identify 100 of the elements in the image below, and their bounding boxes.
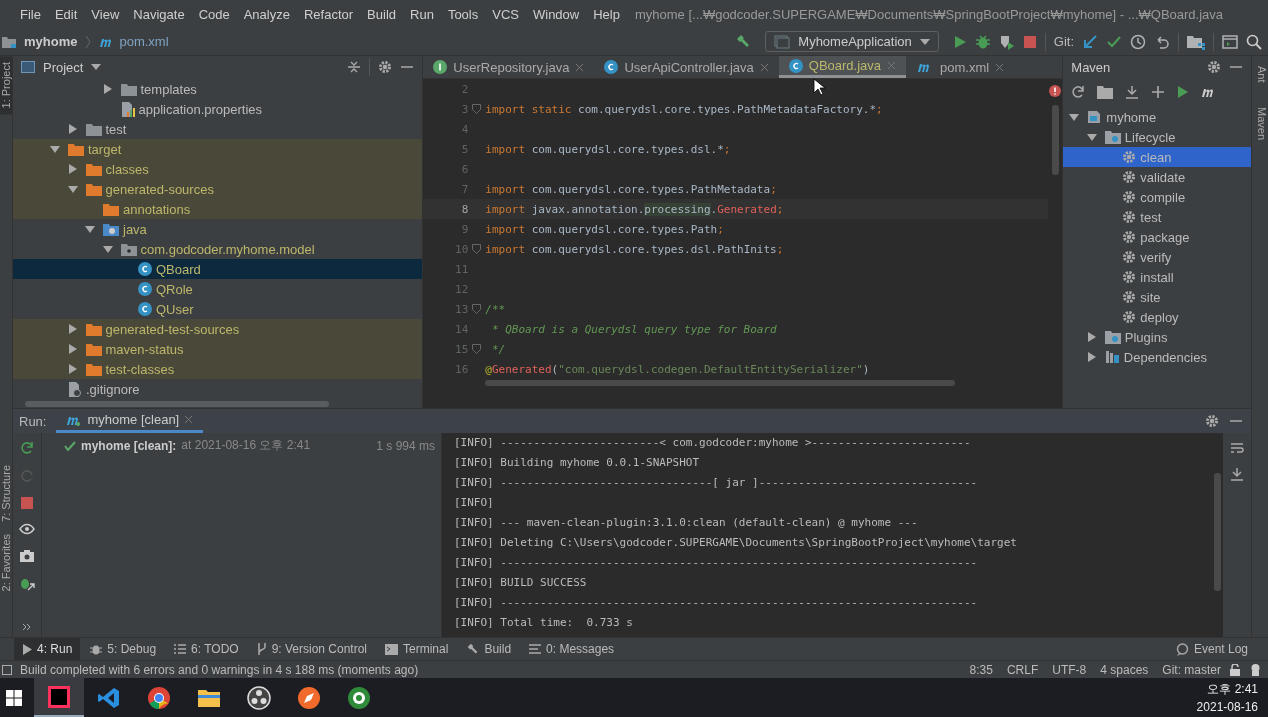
tree-item[interactable]: annotations — [13, 199, 423, 219]
tree-item[interactable]: Dependencies — [1063, 347, 1251, 367]
tree-item[interactable]: com.godcoder.myhome.model — [13, 239, 423, 259]
camera-icon[interactable] — [19, 549, 35, 562]
status-item[interactable]: CRLF — [1006, 662, 1039, 677]
tool-window-tab[interactable]: 2: Favorites — [0, 527, 12, 597]
history-clock-icon[interactable] — [1130, 33, 1146, 50]
expand-arrow-icon[interactable] — [67, 184, 78, 194]
status-item[interactable]: 8:35 — [969, 662, 993, 677]
expand-arrow-icon[interactable] — [1086, 132, 1097, 142]
menu-item[interactable]: View — [84, 6, 127, 22]
tree-item[interactable]: Lifecycle — [1063, 127, 1251, 147]
window-icon[interactable] — [1222, 34, 1238, 49]
fold-marker-icon[interactable] — [472, 104, 482, 114]
rerun-icon[interactable] — [20, 441, 34, 455]
tool-window-tab[interactable]: 7: Structure — [0, 458, 12, 528]
fold-marker-icon[interactable] — [472, 244, 482, 254]
coverage-icon[interactable] — [998, 33, 1015, 50]
settings-icon[interactable] — [378, 60, 393, 74]
stop-icon[interactable] — [1022, 34, 1037, 49]
tool-window-tab[interactable]: 0: Messages — [521, 638, 623, 660]
tree-item[interactable]: target — [13, 139, 423, 159]
search-icon[interactable] — [1246, 33, 1262, 50]
editor-tab[interactable]: pom.xml — [906, 56, 1015, 78]
tree-item[interactable]: package — [1063, 227, 1251, 247]
tree-item[interactable]: clean — [1063, 147, 1251, 167]
expand-arrow-icon[interactable] — [102, 244, 113, 254]
tool-window-tab[interactable]: Build — [458, 638, 520, 660]
close-icon[interactable] — [759, 62, 769, 72]
tool-window-tab[interactable]: Terminal — [377, 638, 457, 660]
tree-item[interactable]: application.properties — [13, 99, 423, 119]
menu-item[interactable]: File — [13, 6, 48, 22]
run-icon[interactable] — [1177, 85, 1190, 99]
expand-arrow-icon[interactable] — [1086, 332, 1097, 342]
undo-icon[interactable] — [1154, 33, 1170, 50]
panel-toggle-icon[interactable] — [2, 664, 12, 675]
scrollbar-thumb[interactable] — [485, 380, 956, 386]
windows-logo-icon[interactable] — [6, 689, 22, 706]
status-item[interactable]: UTF-8 — [1052, 662, 1087, 677]
tool-window-tab[interactable]: 1: Project — [0, 56, 12, 115]
fold-marker-icon[interactable] — [472, 344, 482, 354]
tree-item[interactable]: generated-sources — [13, 179, 423, 199]
tree-item[interactable]: deploy — [1063, 307, 1251, 327]
more-icon[interactable] — [22, 623, 32, 631]
tree-item[interactable]: site — [1063, 287, 1251, 307]
menu-item[interactable]: Tools — [440, 6, 486, 22]
run-tree-item[interactable]: myhome [clean]: at 2021-08-16 오후 2:41 1 s 994 ms — [64, 437, 435, 454]
tree-item[interactable]: test-classes — [13, 359, 423, 379]
tree-item[interactable]: generated-test-sources — [13, 319, 423, 339]
tree-item[interactable]: classes — [13, 159, 423, 179]
tool-window-tab[interactable]: Maven — [1252, 100, 1268, 146]
settings-icon[interactable] — [1205, 414, 1219, 428]
menu-item[interactable]: Refactor — [296, 6, 361, 22]
menu-item[interactable]: Navigate — [126, 6, 192, 22]
expand-arrow-icon[interactable] — [67, 344, 78, 354]
status-item[interactable]: 4 spaces — [1100, 662, 1149, 677]
hammer-icon[interactable] — [735, 33, 752, 50]
taskbar-app[interactable] — [34, 678, 84, 717]
run-config-dropdown[interactable]: MyhomeApplication — [765, 31, 939, 52]
tool-window-tab[interactable]: 4: Run — [14, 638, 81, 660]
tool-window-tab[interactable]: 5: Debug — [82, 638, 165, 660]
bug-arrow-icon[interactable] — [19, 576, 35, 592]
download-icon[interactable] — [1125, 85, 1140, 99]
editor-tab[interactable]: QBoard.java — [778, 56, 907, 78]
menu-item[interactable]: VCS — [485, 6, 526, 22]
close-icon[interactable] — [575, 62, 585, 72]
tree-item[interactable]: .gitignore — [13, 379, 423, 399]
expand-arrow-icon[interactable] — [67, 164, 78, 174]
menu-item[interactable]: Code — [191, 6, 237, 22]
tree-item[interactable]: test — [1063, 207, 1251, 227]
expand-arrow-icon[interactable] — [1086, 352, 1097, 362]
breadcrumb-item[interactable]: pom.xml — [119, 34, 169, 49]
lock-icon[interactable] — [1229, 663, 1241, 676]
tool-window-tab[interactable]: 9: Version Control — [248, 638, 376, 660]
tree-item[interactable]: maven-status — [13, 339, 423, 359]
refresh-icon[interactable] — [1071, 85, 1086, 99]
scrollbar-thumb[interactable] — [25, 401, 329, 407]
error-icon[interactable] — [1049, 85, 1062, 97]
expand-arrow-icon[interactable] — [1069, 112, 1080, 122]
expand-arrow-icon[interactable] — [67, 364, 78, 374]
event-log-tab[interactable]: Event Log — [1167, 638, 1256, 660]
menu-item[interactable]: Build — [360, 6, 403, 22]
collapse-all-icon[interactable] — [347, 60, 362, 74]
close-icon[interactable] — [995, 62, 1005, 72]
tree-item[interactable]: install — [1063, 267, 1251, 287]
clock-date[interactable]: 2021-08-16 — [1196, 700, 1258, 714]
folder-grid-icon[interactable] — [1187, 33, 1205, 50]
editor-tab[interactable]: UserRepository.java — [423, 56, 595, 78]
menu-item[interactable]: Edit — [47, 6, 85, 22]
tree-item[interactable]: test — [13, 119, 423, 139]
tree-item[interactable]: verify — [1063, 247, 1251, 267]
scrollbar-thumb[interactable] — [1051, 105, 1059, 175]
tree-item[interactable]: compile — [1063, 187, 1251, 207]
update-arrow-icon[interactable] — [1082, 33, 1098, 50]
eye-icon[interactable] — [19, 523, 35, 535]
menu-item[interactable]: Help — [586, 6, 627, 22]
caret-icon[interactable] — [91, 64, 102, 70]
fold-marker-icon[interactable] — [472, 304, 482, 314]
expand-arrow-icon[interactable] — [85, 224, 95, 234]
menu-item[interactable]: Analyze — [236, 6, 297, 22]
